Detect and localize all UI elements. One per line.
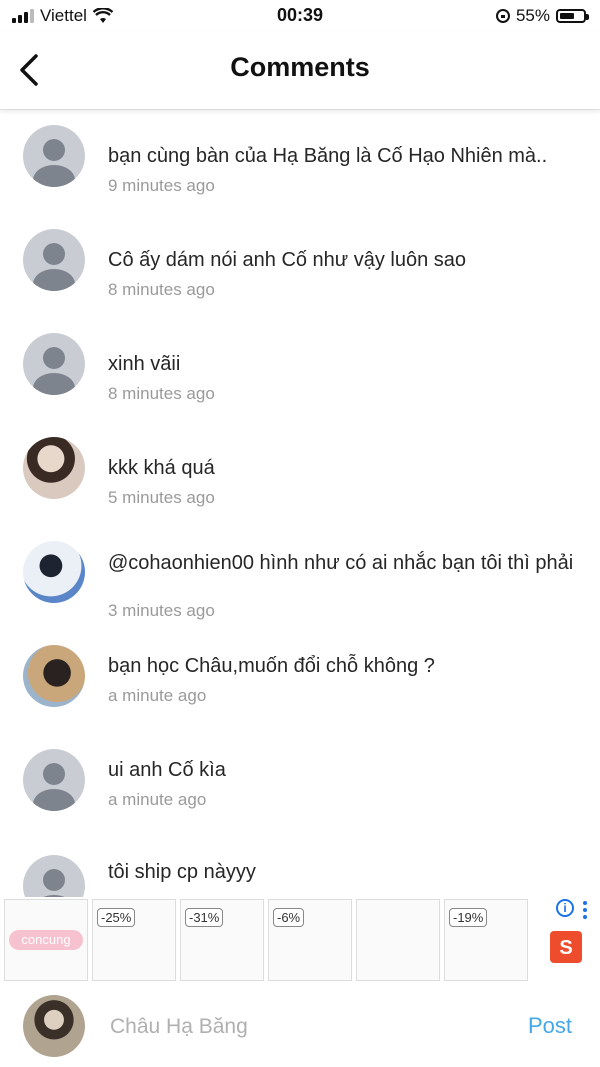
header: Comments	[0, 32, 600, 110]
avatar[interactable]	[23, 749, 85, 811]
discount-badge: -19%	[449, 908, 488, 927]
info-icon[interactable]: i	[556, 899, 574, 917]
discount-badge: -25%	[97, 908, 136, 927]
rotation-lock-icon	[495, 9, 510, 23]
avatar[interactable]	[23, 125, 85, 187]
post-button[interactable]: Post	[528, 1013, 572, 1039]
comment-time: 5 minutes ago	[108, 488, 215, 507]
ad-product[interactable]: -25%	[92, 899, 176, 981]
avatar[interactable]	[23, 229, 85, 291]
user-avatar	[23, 995, 85, 1057]
comment-item[interactable]: xinh vãii 8 minutes ago	[0, 332, 600, 432]
ad-product[interactable]	[356, 899, 440, 981]
comment-time: a minute ago	[108, 790, 207, 809]
comment-item[interactable]: Cô ấy dám nói anh Cố như vậy luôn sao 8 …	[0, 228, 600, 328]
ad-product[interactable]: -19%	[444, 899, 528, 981]
avatar[interactable]	[23, 437, 85, 499]
ad-product[interactable]: -31%	[180, 899, 264, 981]
comment-input-bar: Post	[0, 985, 600, 1067]
comment-text: kkk khá quá	[108, 457, 215, 479]
comment-text: Cô ấy dám nói anh Cố như vậy luôn sao	[108, 249, 467, 271]
comment-item[interactable]: @cohaonhien00 hình như có ai nhắc bạn tô…	[0, 540, 600, 650]
battery-icon	[556, 9, 589, 23]
avatar[interactable]	[23, 333, 85, 395]
status-right: 55%	[495, 6, 589, 26]
comment-time: 8 minutes ago	[108, 384, 215, 403]
comment-text: bạn học Châu,muốn đổi chỗ không ?	[108, 655, 435, 677]
more-icon[interactable]	[583, 899, 589, 919]
comment-item[interactable]: tôi ship cp nàyyy	[0, 852, 600, 897]
page-title: Comments	[230, 52, 370, 82]
comment-item[interactable]: ui anh Cố kìa a minute ago	[0, 748, 600, 848]
battery-percent: 55%	[515, 6, 550, 25]
comment-time: 8 minutes ago	[108, 280, 215, 299]
comment-item[interactable]: kkk khá quá 5 minutes ago	[0, 436, 600, 536]
avatar[interactable]	[23, 855, 85, 897]
discount-badge: -6%	[273, 908, 305, 927]
comment-text: @cohaonhien00 hình như có ai nhắc bạn tô…	[108, 552, 574, 574]
shop-bag-icon[interactable]: S	[550, 931, 582, 963]
comment-time: a minute ago	[108, 686, 207, 705]
comment-text: ui anh Cố kìa	[108, 759, 226, 781]
ad-banner[interactable]: concung -25% -31% -6% -19% i S	[0, 897, 600, 985]
comment-list[interactable]: bạn cùng bàn của Hạ Băng là Cố Hạo Nhiên…	[0, 110, 600, 897]
avatar[interactable]	[23, 541, 85, 603]
status-bar: Viettel 00:39 55%	[0, 0, 600, 32]
brand-logo: concung	[9, 930, 83, 950]
comment-text: xinh vãii	[108, 353, 181, 375]
comment-time: 9 minutes ago	[108, 176, 215, 195]
comment-item[interactable]: bạn cùng bàn của Hạ Băng là Cố Hạo Nhiên…	[0, 124, 600, 224]
discount-badge: -31%	[185, 908, 224, 927]
comment-time: 3 minutes ago	[108, 601, 215, 620]
comment-text: tôi ship cp nàyyy	[108, 861, 256, 883]
avatar[interactable]	[23, 645, 85, 707]
comment-text: bạn cùng bàn của Hạ Băng là Cố Hạo Nhiên…	[108, 145, 548, 167]
ad-product[interactable]: concung	[4, 899, 88, 981]
comment-item[interactable]: bạn học Châu,muốn đổi chỗ không ? a minu…	[0, 644, 600, 744]
ad-product[interactable]: -6%	[268, 899, 352, 981]
comment-input[interactable]	[108, 1011, 492, 1043]
